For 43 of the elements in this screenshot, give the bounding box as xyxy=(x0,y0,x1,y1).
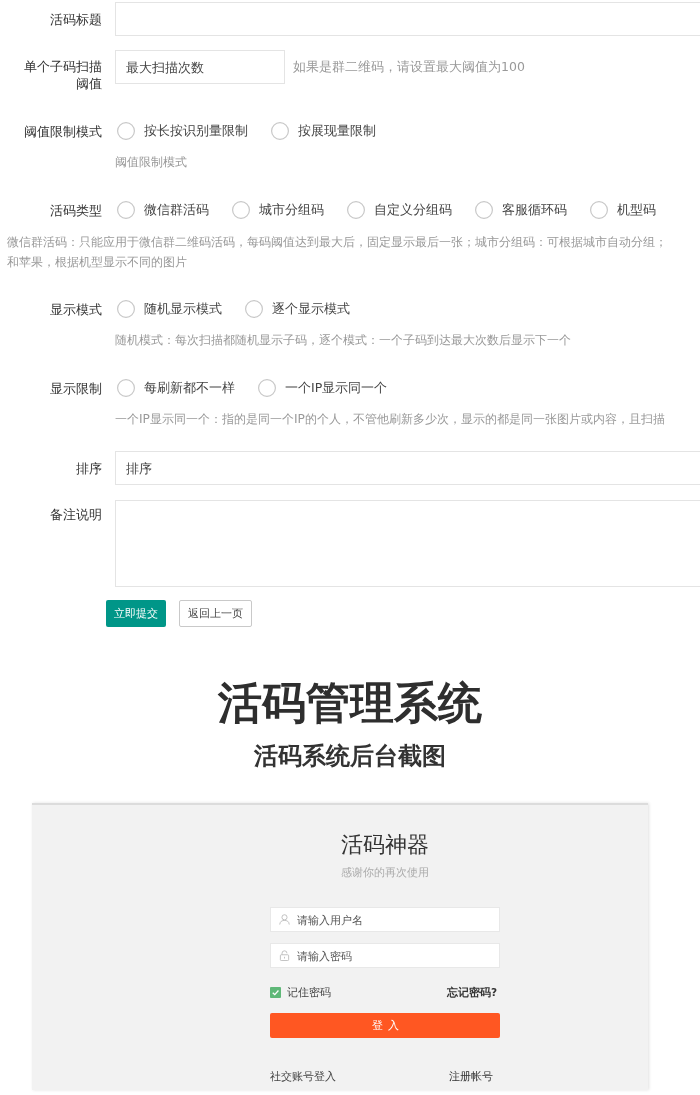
field-label: 活码标题 xyxy=(49,10,102,28)
back-button[interactable]: 返回上一页 xyxy=(179,600,252,627)
field-label: 显示模式 xyxy=(49,300,102,318)
login-subtitle: 感谢你的再次使用 xyxy=(341,865,429,879)
radio-option[interactable]: 机型码 xyxy=(590,200,656,220)
username-field[interactable]: 请输入用户名 xyxy=(270,907,500,932)
radio-option[interactable]: 一个IP显示同一个 xyxy=(258,378,388,398)
help-text: 随机模式：每次扫描都随机显示子码，逐个模式：一个子码到达最大次数后显示下一个 xyxy=(115,332,571,349)
remarks-textarea[interactable] xyxy=(115,500,700,587)
radio-option[interactable]: 随机显示模式 xyxy=(117,299,222,319)
forgot-password-link[interactable]: 忘记密码? xyxy=(446,985,497,999)
caption-title: 活码管理系统 xyxy=(218,676,482,729)
field-label: 活码类型 xyxy=(49,201,102,219)
radio-option[interactable]: 按长按识别量限制 xyxy=(117,121,248,141)
social-login-label: 社交账号登入 xyxy=(270,1069,336,1083)
field-label: 排序 xyxy=(75,459,102,477)
radio-option[interactable]: 按展现量限制 xyxy=(271,121,376,141)
remember-password-checkbox[interactable]: 记住密码 xyxy=(270,985,331,999)
help-text: 和苹果，根据机型显示不同的图片 xyxy=(7,254,187,271)
hint-text: 如果是群二维码，请设置最大阈值为100 xyxy=(293,58,525,76)
field-label: 阈值限制模式 xyxy=(23,122,102,140)
login-title: 活码神器 xyxy=(341,831,429,859)
field-label: 显示限制 xyxy=(49,379,102,397)
text-input[interactable]: 排序 xyxy=(115,451,700,485)
field-label: 单个子码扫描阈值 xyxy=(23,58,102,92)
radio-option[interactable]: 城市分组码 xyxy=(232,200,324,220)
field-label: 备注说明 xyxy=(49,506,102,523)
submit-button[interactable]: 立即提交 xyxy=(106,600,166,627)
password-field[interactable]: 请输入密码 xyxy=(270,943,500,968)
user-icon xyxy=(279,914,290,925)
help-text: 一个IP显示同一个：指的是同一个IP的个人，不管他刷新多少次，显示的都是同一张图片或内容，且扫描 xyxy=(115,411,665,428)
radio-option[interactable]: 自定义分组码 xyxy=(347,200,452,220)
radio-option[interactable]: 微信群活码 xyxy=(117,200,209,220)
help-text: 阈值限制模式 xyxy=(115,154,187,171)
help-text: 微信群活码：只能应用于微信群二维码活码，每码阈值达到最大后，固定显示最后一张；城市分组码：可根据城市自动分组； xyxy=(7,234,667,251)
text-input[interactable] xyxy=(115,2,700,36)
number-input[interactable]: 最大扫描次数 xyxy=(115,50,285,84)
lock-icon xyxy=(279,950,290,961)
radio-option[interactable]: 逐个显示模式 xyxy=(245,299,350,319)
caption-subtitle: 活码系统后台截图 xyxy=(254,741,446,772)
radio-option[interactable]: 客服循环码 xyxy=(475,200,567,220)
register-link[interactable]: 注册帐号 xyxy=(449,1069,493,1083)
radio-option[interactable]: 每刷新都不一样 xyxy=(117,378,235,398)
